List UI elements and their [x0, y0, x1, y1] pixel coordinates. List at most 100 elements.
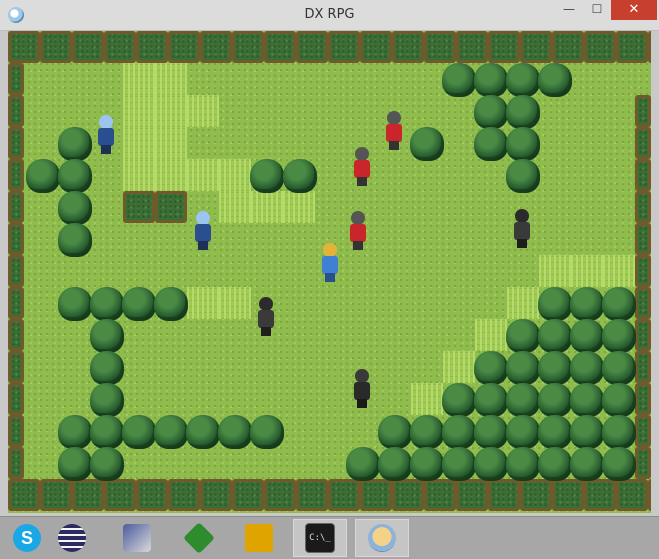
tall-grass-tile — [219, 191, 251, 223]
dx-rpg-app-icon — [368, 524, 396, 552]
tree — [506, 351, 540, 385]
maximize-button[interactable]: ☐ — [583, 0, 611, 20]
tree — [283, 159, 317, 193]
taskbar-eclipse[interactable] — [45, 519, 99, 557]
tree — [90, 287, 124, 321]
taskbar: S C:\_ — [0, 516, 659, 559]
tree — [538, 351, 572, 385]
tree — [570, 447, 604, 481]
tree — [378, 415, 412, 449]
hedge-tile — [360, 479, 392, 511]
tree — [474, 383, 508, 417]
hedge-tile — [40, 479, 72, 511]
tree — [346, 447, 380, 481]
hedge-tile — [136, 479, 168, 511]
tree — [506, 319, 540, 353]
hedge-tile — [635, 415, 651, 447]
tall-grass-tile — [219, 159, 251, 191]
tall-grass-tile — [443, 351, 475, 383]
tree — [122, 415, 156, 449]
npc-red-shirt — [350, 147, 374, 187]
hedge-tile — [8, 255, 24, 287]
hedge-tile — [72, 31, 104, 63]
character-legs — [101, 145, 111, 154]
taskbar-vim[interactable] — [172, 519, 226, 557]
character-head — [323, 243, 337, 257]
character-body — [350, 224, 366, 242]
hedge-tile — [635, 447, 651, 479]
tree — [506, 127, 540, 161]
hedge-tile — [584, 479, 616, 511]
tree — [474, 447, 508, 481]
hedge-tile — [635, 351, 651, 383]
tree — [442, 447, 476, 481]
hedge-tile — [8, 351, 24, 383]
title-bar: DX RPG — ☐ ✕ — [0, 0, 659, 31]
character-body — [195, 224, 211, 242]
tree — [154, 287, 188, 321]
game-viewport[interactable] — [8, 31, 651, 513]
minimize-button[interactable]: — — [555, 0, 583, 20]
tall-grass-tile — [219, 287, 251, 319]
hedge-tile — [264, 31, 296, 63]
character-body — [514, 222, 530, 240]
tree — [506, 63, 540, 97]
tall-grass-tile — [187, 95, 219, 127]
tall-grass-tile — [539, 255, 571, 287]
taskbar-terminal[interactable]: C:\_ — [293, 519, 347, 557]
tree — [442, 383, 476, 417]
tree — [538, 415, 572, 449]
tall-grass-tile — [411, 383, 443, 415]
tree — [570, 319, 604, 353]
tree — [602, 351, 636, 385]
tree — [474, 95, 508, 129]
hedge-tile — [635, 319, 651, 351]
hedge-tile — [635, 159, 651, 191]
movie-maker-icon — [123, 524, 151, 552]
tree — [154, 415, 188, 449]
hedge-tile — [8, 159, 24, 191]
taskbar-movie-maker[interactable] — [110, 519, 164, 557]
hedge-tile — [520, 479, 552, 511]
tree — [538, 447, 572, 481]
tree — [410, 127, 444, 161]
character-head — [259, 297, 273, 311]
hedge-tile — [232, 31, 264, 63]
character-legs — [357, 177, 367, 186]
character-legs — [261, 327, 271, 336]
hedge-tile — [8, 127, 24, 159]
tree — [410, 447, 444, 481]
hedge-tile — [296, 31, 328, 63]
taskbar-folder-tool[interactable] — [232, 519, 286, 557]
hedge-tile — [635, 191, 651, 223]
tree — [506, 383, 540, 417]
hedge-tile — [232, 479, 264, 511]
character-body — [98, 128, 114, 146]
hedge-tile — [328, 31, 360, 63]
taskbar-dx-rpg[interactable] — [355, 519, 409, 557]
npc-red-shirt — [346, 211, 370, 251]
character-legs — [357, 399, 367, 408]
hedge-tile — [488, 31, 520, 63]
tree — [442, 63, 476, 97]
tree — [602, 319, 636, 353]
npc-red-shirt — [382, 111, 406, 151]
tall-grass-tile — [155, 127, 187, 159]
hedge-tile — [8, 63, 24, 95]
tree — [378, 447, 412, 481]
tree — [602, 287, 636, 321]
character-head — [515, 209, 529, 223]
tree — [58, 415, 92, 449]
close-button[interactable]: ✕ — [611, 0, 657, 20]
hedge-tile — [200, 479, 232, 511]
npc-long-hair — [254, 297, 278, 337]
hedge-tile — [424, 479, 456, 511]
tree — [90, 351, 124, 385]
tall-grass-tile — [123, 159, 155, 191]
tree — [570, 383, 604, 417]
tree — [58, 127, 92, 161]
tree — [90, 447, 124, 481]
tree — [250, 415, 284, 449]
hedge-tile — [456, 479, 488, 511]
tree — [602, 447, 636, 481]
